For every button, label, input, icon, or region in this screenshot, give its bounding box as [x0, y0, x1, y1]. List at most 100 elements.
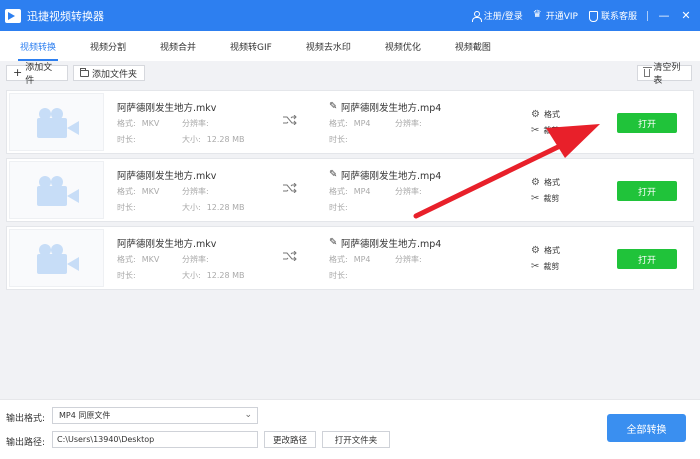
source-file-name: 阿萨德刚发生地方.mkv — [117, 103, 217, 114]
clear-list-button[interactable]: 清空列表 — [637, 63, 692, 86]
convert-all-button[interactable]: 全部转换 — [607, 414, 686, 442]
login-link[interactable]: 注册/登录 — [471, 9, 523, 22]
target-file-name[interactable]: 阿萨德刚发生地方.mp4 — [329, 236, 441, 251]
trash-icon — [642, 67, 653, 77]
divider — [647, 10, 648, 21]
add-file-button[interactable]: + 添加文件 — [6, 63, 68, 86]
gear-icon — [531, 245, 540, 256]
tab-bar: 视频转换 视频分割 视频合并 视频转GIF 视频去水印 视频优化 视频截图 — [0, 31, 700, 61]
video-camera-icon — [35, 244, 83, 276]
output-settings-panel: 输出格式: MP4 同原文件 ⌄ 输出路径: 更改路径 打开文件夹 全部转换 — [0, 399, 700, 459]
file-row: 阿萨德刚发生地方.mkv 格式: MKV 分辨率: 时长: 大小: 12.28 MB… — [6, 90, 694, 154]
tab-remove-watermark[interactable]: 视频去水印 — [298, 31, 359, 61]
scissors-icon — [531, 125, 539, 136]
source-resolution: 分辨率: — [182, 255, 209, 264]
source-file-name: 阿萨德刚发生地方.mkv — [117, 239, 217, 250]
source-size: 大小: 12.28 MB — [182, 271, 245, 280]
target-file-name[interactable]: 阿萨德刚发生地方.mp4 — [329, 100, 441, 115]
service-icon — [588, 10, 598, 22]
target-resolution: 分辨率: — [395, 187, 422, 196]
add-folder-button[interactable]: 添加文件夹 — [73, 65, 145, 81]
gear-icon — [531, 177, 540, 188]
scissors-icon — [531, 193, 539, 204]
source-duration: 时长: — [117, 203, 136, 212]
user-icon — [471, 10, 482, 22]
convert-arrow-icon — [283, 115, 297, 125]
app-title: 迅捷视频转换器 — [27, 9, 104, 23]
convert-arrow-icon — [283, 251, 297, 261]
tab-video-merge[interactable]: 视频合并 — [152, 31, 204, 61]
vip-link[interactable]: 开通VIP — [533, 9, 578, 23]
target-format: 格式: MP4 — [329, 187, 371, 196]
vip-label: 开通VIP — [545, 12, 578, 22]
gear-icon — [531, 109, 540, 120]
chevron-down-icon: ⌄ — [244, 410, 252, 420]
tab-video-optimize[interactable]: 视频优化 — [377, 31, 429, 61]
output-path-label: 输出路径: — [6, 438, 46, 448]
plus-icon: + — [13, 66, 23, 79]
trim-button[interactable]: 裁剪 — [531, 261, 559, 272]
source-size: 大小: 12.28 MB — [182, 135, 245, 144]
service-link[interactable]: 联系客服 — [588, 9, 637, 22]
format-settings-button[interactable]: 格式 — [531, 177, 560, 188]
open-button[interactable]: 打开 — [617, 181, 677, 201]
format-settings-button[interactable]: 格式 — [531, 109, 560, 120]
target-file-name[interactable]: 阿萨德刚发生地方.mp4 — [329, 168, 441, 183]
tab-video-convert[interactable]: 视频转换 — [12, 31, 64, 61]
format-settings-button[interactable]: 格式 — [531, 245, 560, 256]
source-format: 格式: MKV — [117, 119, 160, 128]
close-button[interactable]: ✕ — [680, 9, 692, 22]
crown-icon — [533, 9, 543, 21]
target-duration: 时长: — [329, 135, 348, 144]
file-row: 阿萨德刚发生地方.mkv 格式: MKV 分辨率: 时长: 大小: 12.28 MB… — [6, 226, 694, 290]
title-bar: 迅捷视频转换器 注册/登录 开通VIP 联系客服 — ✕ — [0, 0, 700, 31]
output-format-label: 输出格式: — [6, 414, 46, 424]
tab-video-split[interactable]: 视频分割 — [82, 31, 134, 61]
trim-button[interactable]: 裁剪 — [531, 193, 559, 204]
source-format: 格式: MKV — [117, 255, 160, 264]
edit-icon[interactable] — [329, 169, 338, 180]
tab-video-screenshot[interactable]: 视频截图 — [447, 31, 499, 61]
title-bar-actions: 注册/登录 开通VIP 联系客服 — ✕ — [471, 0, 692, 31]
target-resolution: 分辨率: — [395, 119, 422, 128]
video-camera-icon — [35, 108, 83, 140]
file-list: 阿萨德刚发生地方.mkv 格式: MKV 分辨率: 时长: 大小: 12.28 MB… — [0, 86, 700, 399]
add-file-label: 添加文件 — [25, 63, 53, 86]
video-camera-icon — [35, 176, 83, 208]
file-toolbar: + 添加文件 添加文件夹 清空列表 — [0, 61, 700, 86]
source-resolution: 分辨率: — [182, 187, 209, 196]
output-path-field[interactable] — [52, 431, 258, 448]
trim-button[interactable]: 裁剪 — [531, 125, 559, 136]
open-folder-button[interactable]: 打开文件夹 — [322, 431, 390, 448]
clear-list-label: 清空列表 — [653, 63, 681, 86]
target-resolution: 分辨率: — [395, 255, 422, 264]
file-row: 阿萨德刚发生地方.mkv 格式: MKV 分辨率: 时长: 大小: 12.28 MB… — [6, 158, 694, 222]
target-duration: 时长: — [329, 271, 348, 280]
folder-icon — [80, 67, 89, 77]
output-format-select[interactable]: MP4 同原文件 ⌄ — [52, 407, 258, 424]
video-thumbnail — [9, 93, 104, 151]
minimize-button[interactable]: — — [658, 9, 670, 22]
convert-arrow-icon — [283, 183, 297, 193]
open-button[interactable]: 打开 — [617, 249, 677, 269]
edit-icon[interactable] — [329, 101, 338, 112]
add-folder-label: 添加文件夹 — [92, 69, 138, 80]
change-path-button[interactable]: 更改路径 — [264, 431, 316, 448]
service-label: 联系客服 — [600, 12, 637, 22]
source-file-name: 阿萨德刚发生地方.mkv — [117, 171, 217, 182]
edit-icon[interactable] — [329, 237, 338, 248]
target-duration: 时长: — [329, 203, 348, 212]
source-size: 大小: 12.28 MB — [182, 203, 245, 212]
video-thumbnail — [9, 229, 104, 287]
open-button[interactable]: 打开 — [617, 113, 677, 133]
video-thumbnail — [9, 161, 104, 219]
source-resolution: 分辨率: — [182, 119, 209, 128]
scissors-icon — [531, 261, 539, 272]
source-duration: 时长: — [117, 271, 136, 280]
tab-video-to-gif[interactable]: 视频转GIF — [222, 31, 280, 61]
output-format-value: MP4 同原文件 — [59, 411, 111, 420]
target-format: 格式: MP4 — [329, 119, 371, 128]
app-logo-icon — [5, 8, 21, 23]
target-format: 格式: MP4 — [329, 255, 371, 264]
source-format: 格式: MKV — [117, 187, 160, 196]
